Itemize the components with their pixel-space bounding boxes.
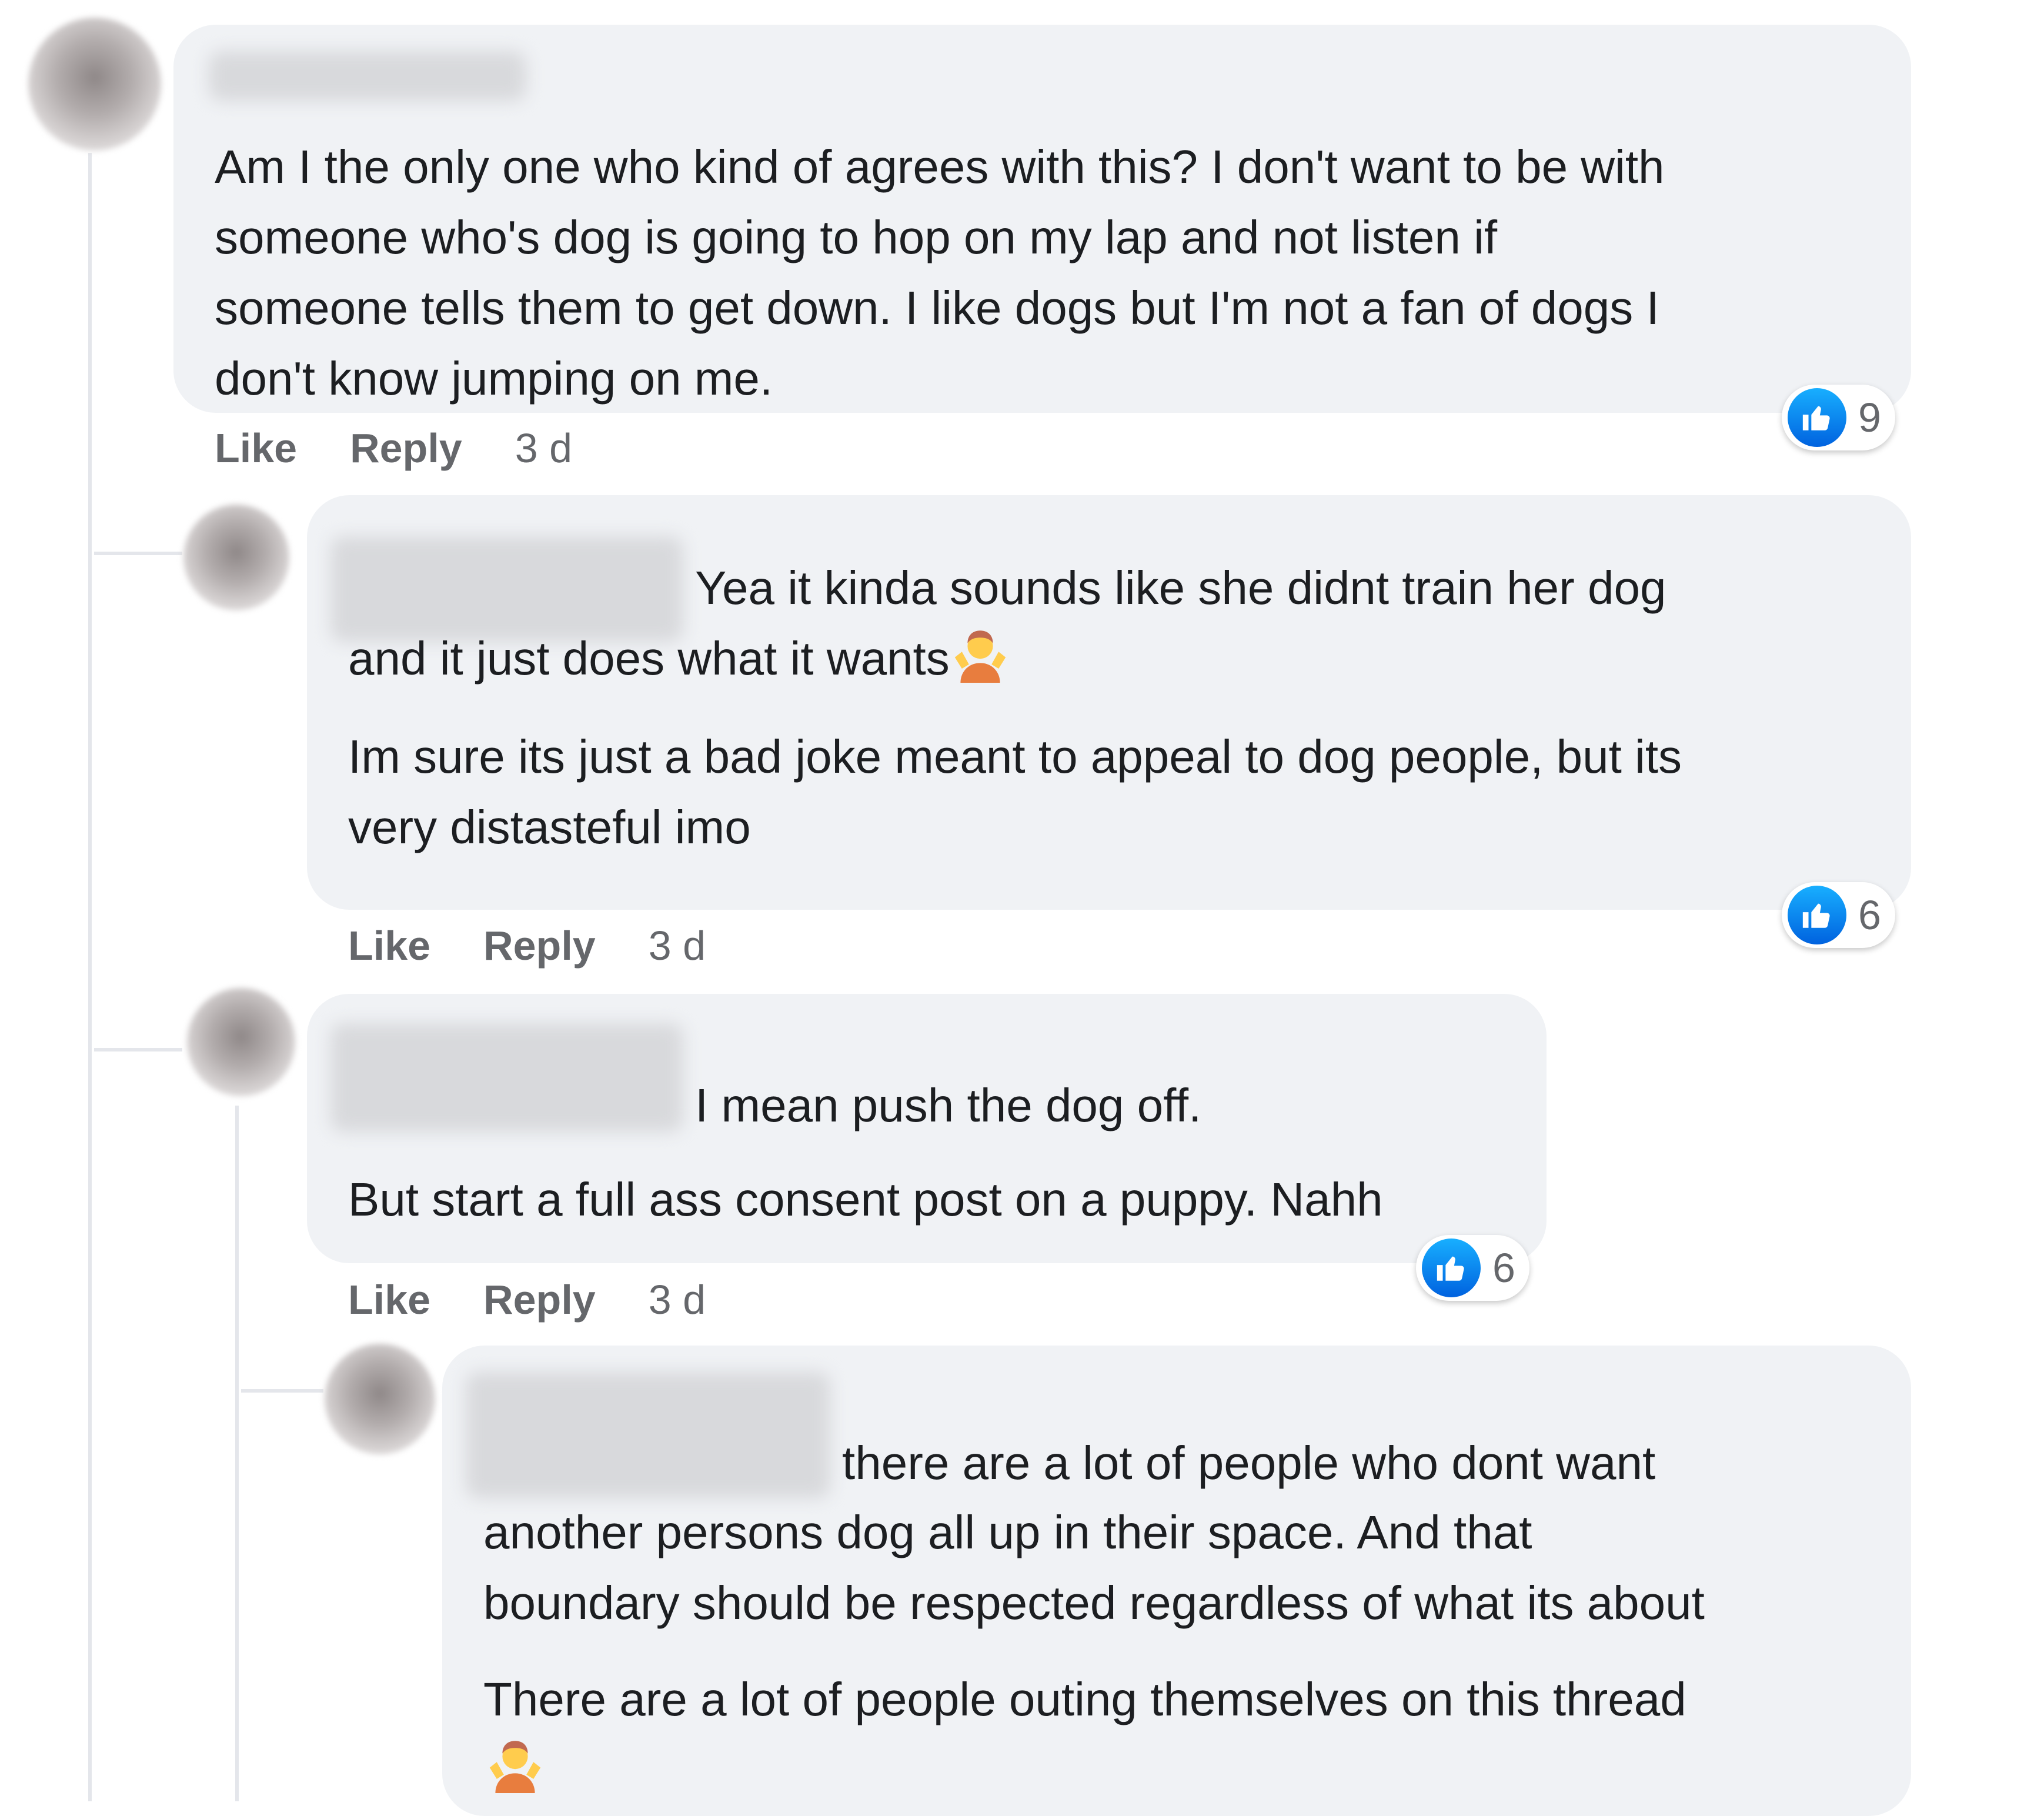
reply-link[interactable]: Reply	[350, 425, 462, 471]
reply-link[interactable]: Reply	[483, 923, 596, 969]
like-count: 6	[1492, 1245, 1515, 1291]
like-count: 6	[1858, 892, 1881, 938]
thumbs-up-icon	[1788, 886, 1846, 944]
person-shrugging-emoji	[954, 630, 1006, 683]
comment-actions: Like Reply 3 d	[348, 1276, 759, 1323]
comment-bubble: I mean push the dog off. But start a ful…	[307, 994, 1547, 1263]
reaction-badge[interactable]: 9	[1782, 385, 1895, 450]
comment-actions: Like Reply 3 d	[348, 922, 759, 969]
comment-text-line: Yea it kinda sounds like she didnt train…	[695, 562, 1666, 614]
like-link[interactable]: Like	[348, 923, 430, 969]
comment-text-line: and it just does what it wants	[348, 623, 1008, 694]
comment-text-line: boundary should be respected regardless …	[483, 1577, 1705, 1629]
like-link[interactable]: Like	[348, 1277, 430, 1323]
author-name-blurred[interactable]	[330, 1023, 683, 1132]
reaction-badge[interactable]: 6	[1416, 1235, 1529, 1301]
comment-text-line: there are a lot of people who dont want	[842, 1437, 1656, 1489]
comment-text-line: very distasteful imo	[348, 801, 751, 853]
like-count: 9	[1858, 395, 1881, 440]
author-name-blurred[interactable]	[466, 1372, 830, 1498]
reply-link[interactable]: Reply	[483, 1277, 596, 1323]
reaction-badge[interactable]: 6	[1782, 882, 1895, 948]
person-shrugging-emoji	[489, 1741, 541, 1793]
avatar[interactable]	[325, 1344, 435, 1454]
thumbs-up-icon	[1788, 388, 1846, 447]
comment-text-line: There are a lot of people outing themsel…	[483, 1673, 1686, 1725]
timestamp[interactable]: 3 d	[649, 1277, 706, 1323]
timestamp[interactable]: 3 d	[649, 923, 706, 969]
avatar[interactable]	[28, 18, 161, 151]
comment-bubble: Am I the only one who kind of agrees wit…	[173, 25, 1911, 413]
thread-line-main	[88, 153, 92, 1801]
comment-text-line: I mean push the dog off.	[695, 1079, 1202, 1131]
comment-actions: Like Reply 3 d	[215, 425, 625, 472]
thread-line-branch-3	[241, 1389, 323, 1393]
thread-line-branch-1	[94, 552, 182, 555]
comment-text-line: But start a full ass consent post on a p…	[348, 1173, 1383, 1226]
comment-text-line: someone tells them to get down. I like d…	[215, 282, 1659, 334]
comment-text: and it just does what it wants	[348, 632, 950, 685]
avatar[interactable]	[187, 988, 295, 1096]
thread-line-branch-2	[94, 1048, 182, 1051]
thread-line-sub	[235, 1106, 239, 1801]
avatar[interactable]	[183, 505, 289, 610]
comment-bubble: there are a lot of people who dont want …	[442, 1346, 1911, 1816]
thumbs-up-icon	[1422, 1239, 1481, 1297]
comment-text-line: someone who's dog is going to hop on my …	[215, 211, 1498, 263]
comment-text-line: Im sure its just a bad joke meant to app…	[348, 730, 1682, 783]
comment-bubble: Yea it kinda sounds like she didnt train…	[307, 495, 1911, 910]
comment-text-line: Am I the only one who kind of agrees wit…	[215, 141, 1665, 193]
comment-text-line: another persons dog all up in their spac…	[483, 1506, 1532, 1558]
like-link[interactable]: Like	[215, 425, 297, 471]
author-name-blurred[interactable]	[209, 51, 526, 101]
timestamp[interactable]: 3 d	[515, 425, 572, 471]
comment-text-line: don't know jumping on me.	[215, 352, 773, 405]
